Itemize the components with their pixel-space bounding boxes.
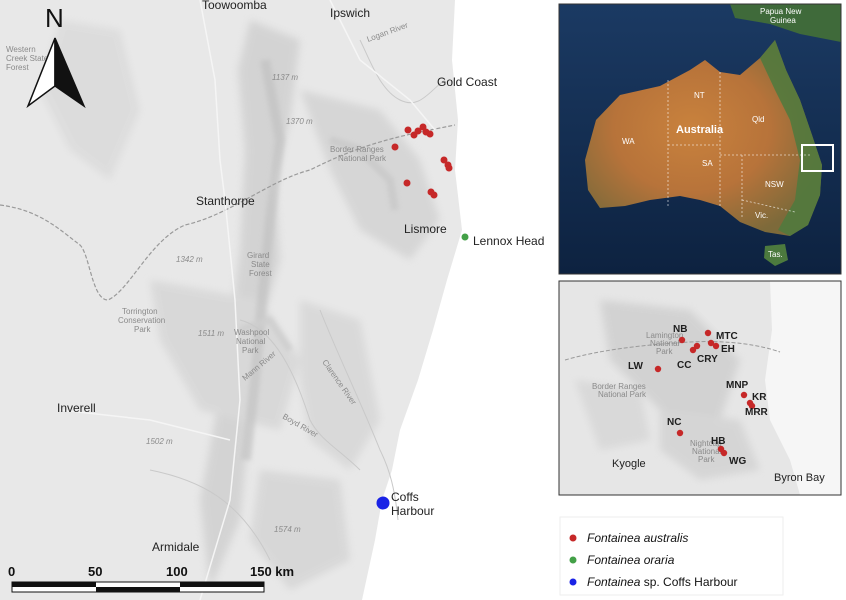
site-code-mnp: MNP: [726, 380, 749, 391]
inset-label-australia: Australia: [676, 124, 724, 136]
site-code-wg: WG: [729, 456, 746, 467]
elevation-1137: 1137 m: [272, 73, 298, 82]
legend-marker-oraria: [569, 556, 577, 564]
scale-tick-150: 150 km: [250, 564, 294, 579]
label-coffs-line1: Coffs: [391, 490, 419, 504]
map-canvas: Toowoomba Ipswich Gold Coast Stanthorpe …: [0, 0, 846, 600]
label-lismore: Lismore: [404, 222, 447, 236]
detail-point-cry2: [689, 346, 697, 354]
inset-state-nsw: NSW: [765, 180, 784, 189]
detail-point-hb2: [720, 449, 728, 457]
detail-point-nb: [678, 336, 686, 344]
inset-state-qld: Qld: [752, 115, 764, 124]
detail-point-eh2: [712, 342, 720, 350]
minor-washpool-2: National: [236, 337, 266, 346]
scale-tick-0: 0: [8, 564, 15, 579]
minor-girard-1: Girard: [247, 251, 269, 260]
label-lennox-head: Lennox Head: [473, 234, 544, 248]
point-australis: [404, 126, 412, 134]
legend-label-coffs-rest: sp. Coffs Harbour: [644, 575, 738, 589]
minor-western-creek-3: Forest: [6, 63, 29, 72]
detail-town-kyogle: Kyogle: [612, 458, 646, 470]
minor-girard-2: State: [251, 260, 270, 269]
detail-point-mnp: [740, 391, 748, 399]
site-code-cry: CRY: [697, 354, 718, 365]
label-coffs-line2: Harbour: [391, 504, 434, 518]
point-australis: [426, 130, 434, 138]
detail-minor-nightcap-3: Park: [698, 455, 715, 464]
label-ipswich: Ipswich: [330, 6, 370, 20]
site-code-mtc: MTC: [716, 331, 738, 342]
site-code-nc: NC: [667, 417, 681, 428]
legend-marker-coffs: [569, 578, 577, 586]
inset-australia: Papua New Guinea Australia NT Qld WA SA …: [558, 3, 842, 275]
point-australis: [445, 164, 453, 172]
inset-state-nt: NT: [694, 91, 705, 100]
scale-tick-100: 100: [166, 564, 188, 579]
legend-item-australis: Fontainea australis: [569, 531, 688, 545]
minor-border-ranges-1: Border Ranges: [330, 145, 384, 154]
detail-minor-lamington-3: Park: [656, 347, 673, 356]
minor-western-creek-2: Creek State: [6, 54, 49, 63]
minor-washpool-1: Washpool: [234, 328, 270, 337]
elevation-1511: 1511 m: [198, 329, 224, 338]
legend-item-coffs: Fontainea sp. Coffs Harbour: [569, 575, 738, 589]
detail-point-lw: [654, 365, 662, 373]
site-code-cc: CC: [677, 360, 691, 371]
elevation-1342: 1342 m: [176, 255, 203, 264]
label-stanthorpe: Stanthorpe: [196, 194, 255, 208]
point-fontainea-oraria: [461, 233, 469, 241]
detail-point-nc: [676, 429, 684, 437]
elevation-1370: 1370 m: [286, 117, 313, 126]
legend-label-coffs: Fontainea sp. Coffs Harbour: [587, 575, 738, 589]
inset-state-wa: WA: [622, 137, 635, 146]
detail-minor-border-2: National Park: [598, 390, 647, 399]
label-toowoomba: Toowoomba: [202, 0, 267, 12]
scale-tick-50: 50: [88, 564, 102, 579]
elevation-1502: 1502 m: [146, 437, 173, 446]
legend-marker-australis: [569, 534, 577, 542]
label-inverell: Inverell: [57, 401, 96, 415]
inset-state-vic: Vic.: [755, 211, 768, 220]
legend-label-australis: Fontainea australis: [587, 531, 688, 545]
site-code-lw: LW: [628, 361, 644, 372]
minor-girard-3: Forest: [249, 269, 272, 278]
minor-torrington-1: Torrington: [122, 307, 158, 316]
site-code-eh: EH: [721, 344, 735, 355]
site-code-nb: NB: [673, 324, 687, 335]
legend: Fontainea australis Fontainea oraria Fon…: [559, 516, 784, 596]
point-fontainea-coffs-harbour: [376, 496, 390, 510]
detail-point-mtc: [704, 329, 712, 337]
north-label: N: [45, 3, 64, 33]
legend-label-coffs-genus: Fontainea: [587, 575, 641, 589]
site-code-hb: HB: [711, 436, 725, 447]
inset-label-png-2: Guinea: [770, 16, 796, 25]
minor-torrington-3: Park: [134, 325, 151, 334]
minor-torrington-2: Conservation: [118, 316, 165, 325]
elevation-1574: 1574 m: [274, 525, 301, 534]
point-australis: [430, 191, 438, 199]
label-armidale: Armidale: [152, 540, 200, 554]
site-code-kr: KR: [752, 392, 767, 403]
point-australis: [391, 143, 399, 151]
detail-town-byron-bay: Byron Bay: [774, 472, 825, 484]
minor-border-ranges-2: National Park: [338, 154, 387, 163]
inset-detail: Lamington National Park Border Ranges Na…: [558, 280, 842, 496]
inset-label-png-1: Papua New: [760, 7, 802, 16]
point-australis: [403, 179, 411, 187]
legend-label-oraria: Fontainea oraria: [587, 553, 675, 567]
minor-western-creek-1: Western: [6, 45, 36, 54]
site-code-mrr: MRR: [745, 407, 769, 418]
minor-washpool-3: Park: [242, 346, 259, 355]
label-gold-coast: Gold Coast: [437, 75, 498, 89]
inset-state-tas: Tas.: [768, 250, 783, 259]
inset-state-sa: SA: [702, 159, 713, 168]
